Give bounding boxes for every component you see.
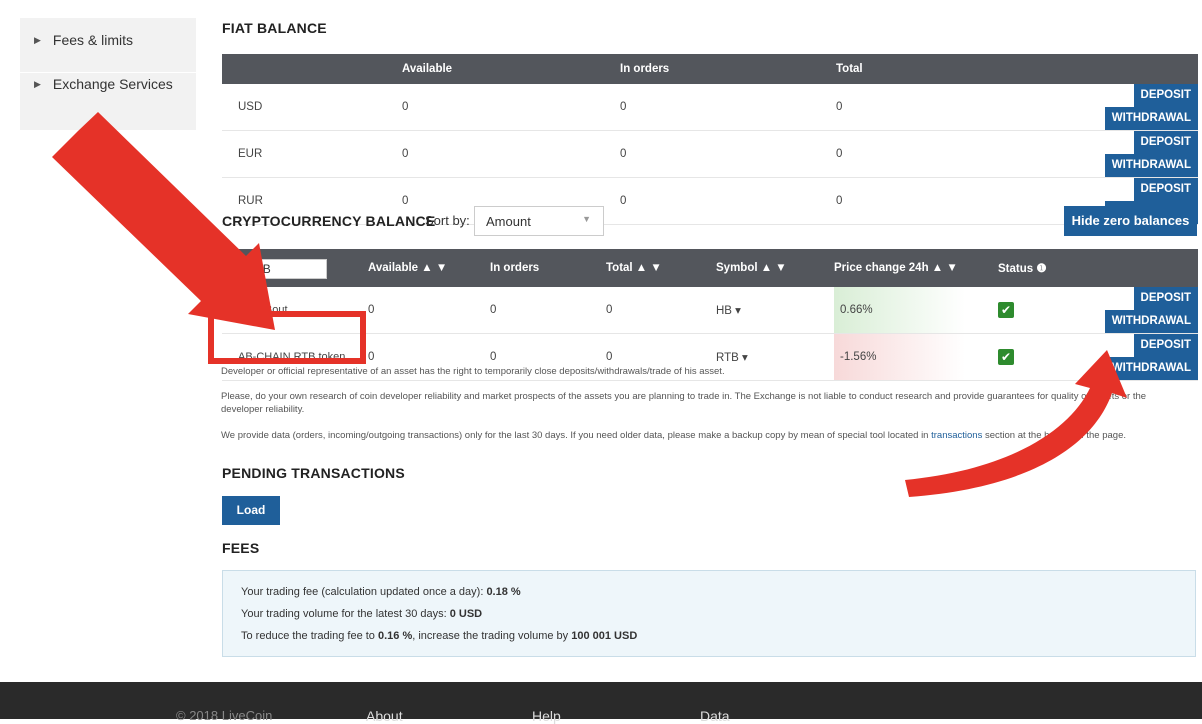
table-row: HeartBout 0 0 0 HB ▾ 0.66% ✔ DEPOSITWITH… [222, 287, 1198, 334]
fee-reduction-line: To reduce the trading fee to 0.16 %, inc… [241, 630, 637, 642]
actions-cell: DEPOSITWITHDRAWAL [1052, 84, 1198, 131]
trading-fee-line: Your trading fee (calculation updated on… [241, 586, 521, 598]
crypto-balance-title: CRYPTOCURRENCY BALANCE [222, 213, 436, 229]
total-cell: 0 [836, 130, 1052, 178]
load-button[interactable]: Load [222, 496, 280, 525]
note-text: We provide data (orders, incoming/outgoi… [221, 429, 1181, 442]
transactions-link[interactable]: transactions [931, 430, 982, 441]
in-orders-cell: 0 [620, 84, 836, 131]
table-header: Available ▲ ▼ In orders Total ▲ ▼ Symbol… [222, 249, 1198, 287]
withdrawal-button[interactable]: WITHDRAWAL [1104, 310, 1198, 333]
total-cell: 0 [836, 84, 1052, 131]
in-orders-cell: 0 [620, 130, 836, 178]
asset-name-cell: HeartBout [222, 287, 368, 334]
column-header: In orders [620, 54, 836, 84]
actions-cell: DEPOSITWITHDRAWAL [1052, 287, 1198, 334]
status-cell: ✔ [998, 287, 1052, 334]
asset-filter-input[interactable] [239, 259, 327, 279]
column-header[interactable]: Symbol ▲ ▼ [716, 249, 834, 287]
fees-title: FEES [222, 540, 260, 556]
sidebar-item-fees-limits[interactable]: ▶ Fees & limits [20, 18, 196, 62]
fiat-balance-table: Available In orders Total USD 0 0 0 DEPO… [222, 54, 1198, 225]
fee-text: To reduce the trading fee to [241, 630, 378, 642]
footer: © 2018 LiveCoin About Help Data [0, 682, 1202, 724]
deposit-button[interactable]: DEPOSIT [1133, 84, 1198, 107]
currency-cell: EUR [222, 130, 402, 178]
footer-data[interactable]: Data [700, 708, 730, 724]
footer-about[interactable]: About [366, 708, 403, 724]
table-row: EUR 0 0 0 DEPOSITWITHDRAWAL [222, 130, 1198, 178]
deposit-button[interactable]: DEPOSIT [1133, 131, 1198, 154]
available-cell: 0 [368, 287, 490, 334]
table-header: Available In orders Total [222, 54, 1198, 84]
note-text: Please, do your own research of coin dev… [221, 391, 1147, 415]
table-row: USD 0 0 0 DEPOSITWITHDRAWAL [222, 84, 1198, 131]
footer-help[interactable]: Help [532, 708, 561, 724]
fees-panel: Your trading fee (calculation updated on… [222, 570, 1196, 657]
sidebar: ▶ Fees & limits ▶ Exchange Services [20, 18, 196, 130]
column-header [222, 54, 402, 84]
trading-volume-line: Your trading volume for the latest 30 da… [241, 608, 482, 620]
in-orders-cell: 0 [620, 177, 836, 225]
deposit-button[interactable]: DEPOSIT [1133, 287, 1198, 310]
check-icon: ✔ [998, 349, 1014, 365]
note-text: Developer or official representative of … [221, 366, 725, 377]
withdrawal-button[interactable]: WITHDRAWAL [1104, 154, 1198, 177]
price-change-cell: 0.66% [834, 287, 998, 334]
fee-value: 100 001 USD [571, 630, 638, 642]
note-text-part: section at the bottom of the page. [982, 430, 1126, 441]
sort-select[interactable]: Amount ▼ [474, 206, 604, 236]
fee-value: 0.18 % [486, 586, 521, 598]
note-text-part: We provide data (orders, incoming/outgoi… [221, 430, 932, 441]
sort-select-value: Amount [486, 214, 531, 229]
fee-value: 0 USD [449, 608, 483, 620]
column-header: Available [402, 54, 620, 84]
crypto-balance-table: Available ▲ ▼ In orders Total ▲ ▼ Symbol… [222, 249, 1198, 381]
withdrawal-button[interactable]: WITHDRAWAL [1104, 107, 1198, 130]
column-header[interactable]: Price change 24h ▲ ▼ [834, 249, 998, 287]
fee-text: Your trading volume for the latest 30 da… [241, 608, 450, 620]
hide-zero-balances-button[interactable]: Hide zero balances [1064, 206, 1197, 236]
caret-right-icon: ▶ [34, 78, 41, 89]
sidebar-item-label: Exchange Services [52, 76, 173, 92]
column-header: Status ❶ [998, 249, 1052, 287]
total-cell: 0 [836, 177, 1052, 225]
caret-right-icon: ▶ [34, 34, 41, 45]
currency-cell: USD [222, 84, 402, 131]
footer-copyright: © 2018 LiveCoin [176, 708, 273, 723]
column-header: In orders [490, 249, 606, 287]
fee-text: Your trading fee (calculation updated on… [241, 586, 487, 598]
column-header [1052, 249, 1198, 287]
check-icon: ✔ [998, 302, 1014, 318]
total-cell: 0 [606, 287, 716, 334]
in-orders-cell: 0 [490, 287, 606, 334]
fee-value: 0.16 % [377, 630, 413, 642]
fiat-balance-title: FIAT BALANCE [222, 20, 327, 36]
pending-transactions-title: PENDING TRANSACTIONS [222, 465, 405, 481]
sort-by-label: Sort by: [425, 213, 470, 228]
column-header [1052, 54, 1198, 84]
sidebar-item-label: Fees & limits [52, 32, 134, 48]
column-header[interactable]: Available ▲ ▼ [368, 249, 490, 287]
available-cell: 0 [402, 84, 620, 131]
column-header: Total [836, 54, 1052, 84]
symbol-dropdown[interactable]: HB ▾ [716, 287, 834, 334]
sidebar-item-exchange-services[interactable]: ▶ Exchange Services [20, 62, 196, 106]
available-cell: 0 [402, 130, 620, 178]
chevron-down-icon: ▼ [582, 214, 591, 224]
deposit-button[interactable]: DEPOSIT [1133, 178, 1198, 201]
actions-cell: DEPOSITWITHDRAWAL [1052, 130, 1198, 178]
column-header[interactable]: Total ▲ ▼ [606, 249, 716, 287]
fee-text: , increase the trading volume by [412, 630, 572, 642]
deposit-button[interactable]: DEPOSIT [1133, 334, 1198, 357]
